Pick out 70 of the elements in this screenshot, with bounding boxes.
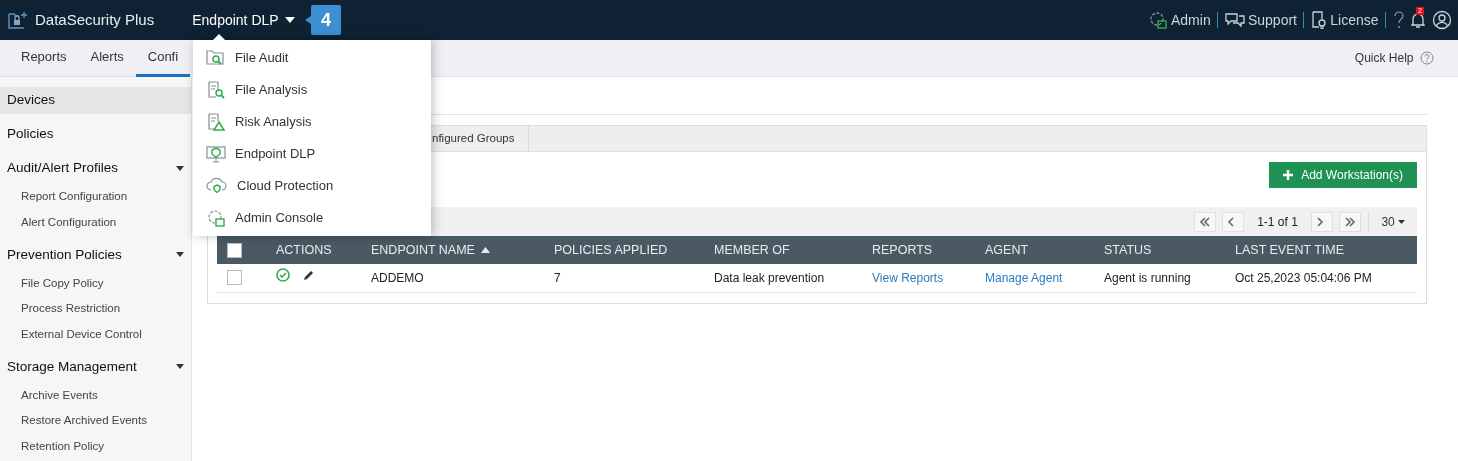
double-chevron-icon bbox=[1198, 216, 1211, 227]
column-header[interactable]: STATUS bbox=[1104, 242, 1152, 257]
row-checkbox[interactable] bbox=[227, 270, 242, 286]
check-circle-icon[interactable] bbox=[276, 268, 290, 283]
product-name: DataSecurity Plus bbox=[35, 9, 155, 30]
sidebar-item[interactable]: Audit/Alert Profiles bbox=[0, 155, 191, 182]
sidebar-subitem[interactable]: Restore Archived Events bbox=[0, 408, 191, 434]
nav-tab[interactable]: Alerts bbox=[78, 39, 136, 77]
menu-item[interactable]: Admin Console bbox=[193, 202, 431, 234]
user-icon[interactable] bbox=[1431, 10, 1452, 30]
sidebar-item[interactable]: Prevention Policies bbox=[0, 241, 191, 269]
sidebar-subitem[interactable]: Report Configuration bbox=[0, 184, 191, 210]
quick-help-link[interactable]: Quick Help bbox=[1354, 49, 1414, 67]
last-page-button[interactable] bbox=[1339, 211, 1362, 232]
bell-icon[interactable] bbox=[1411, 11, 1425, 29]
nav-tab[interactable]: Reports bbox=[9, 39, 79, 77]
page-size-select[interactable]: 30 bbox=[1381, 212, 1405, 231]
header-link[interactable]: Admin bbox=[1147, 9, 1211, 31]
view-reports-link[interactable]: View Reports bbox=[872, 270, 944, 285]
table-cell: Agent is running bbox=[1094, 264, 1225, 292]
caret-icon bbox=[1398, 219, 1405, 224]
add-workstation-button[interactable]: Add Workstation(s) bbox=[1269, 162, 1417, 188]
document-search-icon bbox=[206, 81, 226, 99]
menu-item[interactable]: File Audit bbox=[193, 42, 431, 74]
header-link[interactable]: License bbox=[1311, 9, 1379, 31]
gear-icon bbox=[1147, 11, 1168, 29]
sidebar-subitem[interactable]: Process Restriction bbox=[0, 296, 191, 322]
previous-page-button[interactable] bbox=[1222, 211, 1245, 232]
folder-search-icon bbox=[206, 49, 226, 67]
table-cell: ADDEMO bbox=[361, 264, 544, 292]
sidebar-subitem[interactable]: Archive Events bbox=[0, 382, 191, 409]
page-range: 1-1 of 1 bbox=[1256, 213, 1299, 231]
gear-console-icon bbox=[206, 209, 226, 227]
caret-icon[interactable] bbox=[176, 252, 184, 258]
header-link[interactable]: Support bbox=[1224, 9, 1297, 31]
table-cell: 7 bbox=[544, 264, 704, 292]
menu-item[interactable]: Cloud Protection bbox=[193, 170, 431, 202]
sort-arrow-icon[interactable] bbox=[481, 246, 491, 253]
first-page-button[interactable] bbox=[1193, 211, 1216, 232]
column-header[interactable]: AGENT bbox=[985, 242, 1029, 257]
sidebar-subitem[interactable]: File Copy Policy bbox=[0, 270, 191, 297]
chat-icon bbox=[1224, 11, 1245, 29]
certificate-icon bbox=[1311, 11, 1327, 29]
help-icon[interactable] bbox=[1392, 10, 1405, 30]
sidebar-item[interactable]: Policies bbox=[0, 121, 191, 148]
monitor-shield-icon bbox=[206, 145, 226, 163]
select-all-checkbox[interactable] bbox=[227, 242, 242, 258]
manage-agent-link[interactable]: Manage Agent bbox=[985, 270, 1063, 285]
lock-folder-icon bbox=[6, 10, 29, 30]
sidebar-item[interactable]: Storage Management bbox=[0, 353, 191, 381]
product-switcher[interactable]: Endpoint DLP bbox=[192, 9, 296, 31]
caret-icon[interactable] bbox=[176, 166, 184, 171]
plus-icon bbox=[1283, 170, 1294, 180]
double-chevron-icon bbox=[1344, 216, 1357, 227]
menu-item[interactable]: Endpoint DLP bbox=[193, 138, 431, 170]
menu-item[interactable]: File Analysis bbox=[193, 74, 431, 106]
table-cell: Data leak prevention bbox=[704, 264, 862, 292]
edit-icon[interactable] bbox=[303, 269, 315, 282]
sidebar-subitem[interactable]: Alert Configuration bbox=[0, 209, 191, 236]
table-cell: Oct 25,2023 05:04:06 PM bbox=[1225, 264, 1417, 292]
sidebar-subitem[interactable]: Retention Policy bbox=[0, 433, 191, 460]
menu-item[interactable]: Risk Analysis bbox=[193, 106, 431, 138]
caret-icon[interactable] bbox=[176, 364, 184, 370]
badge-pointer-icon bbox=[305, 16, 312, 24]
caret-icon[interactable] bbox=[285, 17, 296, 23]
cloud-shield-icon bbox=[206, 177, 228, 195]
sidebar-item[interactable]: Devices bbox=[0, 87, 191, 114]
step-badge: 4 bbox=[311, 5, 342, 35]
document-warning-icon bbox=[206, 113, 226, 131]
sidebar-subitem[interactable]: External Device Control bbox=[0, 321, 191, 348]
